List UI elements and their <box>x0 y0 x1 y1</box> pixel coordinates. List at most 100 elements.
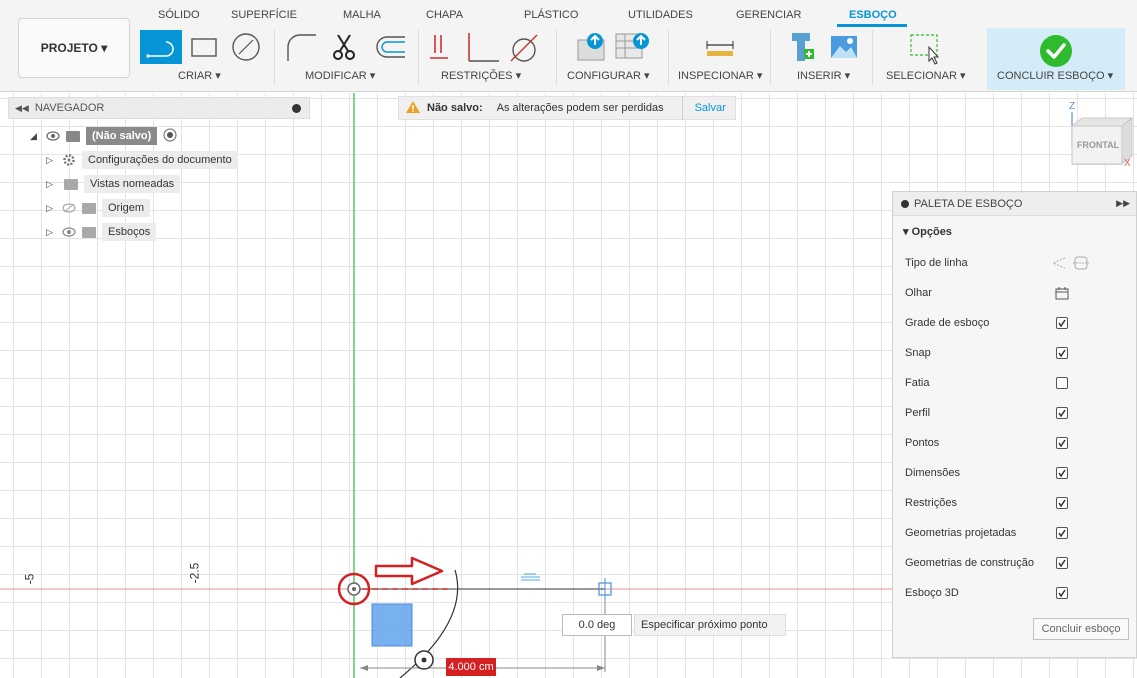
group-concluir[interactable]: CONCLUIR ESBOÇO ▾ <box>997 69 1113 82</box>
pin-icon[interactable] <box>901 199 909 208</box>
view-cube[interactable]: Z X FRONTAL <box>1060 100 1137 180</box>
eye-icon[interactable] <box>44 131 62 141</box>
circle-icon <box>232 33 260 61</box>
workspace-button[interactable]: PROJETO ▾ <box>18 18 130 78</box>
option-geometrias-projetadas: Geometrias projetadas <box>893 518 1137 548</box>
group-criar[interactable]: CRIAR ▾ <box>178 69 221 82</box>
checkbox-perfil[interactable] <box>1056 407 1068 419</box>
checkbox-snap[interactable] <box>1056 347 1068 359</box>
nav-item-configuracoes[interactable]: ▷ Configurações do documento <box>46 150 238 170</box>
group-inspecionar[interactable]: INSPECIONAR ▾ <box>678 69 762 82</box>
checkbox-restricoes[interactable] <box>1056 497 1068 509</box>
tab-chapa[interactable]: CHAPA <box>426 9 463 21</box>
tangent-constraint-tool[interactable] <box>506 30 542 64</box>
eye-icon[interactable] <box>60 227 78 237</box>
cursor-square <box>371 603 413 647</box>
nav-item-label[interactable]: Esboços <box>102 223 157 241</box>
collapsed-triangle-icon[interactable]: ▷ <box>46 155 60 166</box>
tab-gerenciar[interactable]: GERENCIAR <box>736 9 801 21</box>
measure-tool[interactable] <box>700 30 740 64</box>
table-tool[interactable] <box>612 30 652 64</box>
sketch-palette: PALETA DE ESBOÇO ▶▶ ▾ Opções Tipo de lin… <box>892 191 1137 658</box>
trim-tool[interactable] <box>326 30 362 64</box>
unsaved-banner: Não salvo: As alterações podem ser perdi… <box>398 96 736 120</box>
group-configurar[interactable]: CONFIGURAR ▾ <box>567 69 650 82</box>
checkbox-esboco-3d[interactable] <box>1056 587 1068 599</box>
rectangle-tool[interactable] <box>186 32 222 62</box>
change-parameters-tool[interactable] <box>572 30 610 64</box>
group-selecionar[interactable]: SELECIONAR ▾ <box>886 69 966 82</box>
checkmark-icon <box>1040 35 1072 67</box>
active-tab-indicator <box>837 24 907 27</box>
insert-canvas-tool[interactable] <box>826 30 862 64</box>
look-at-icon[interactable] <box>1055 286 1069 303</box>
dimension-input[interactable]: 4.000 cm <box>446 658 496 676</box>
select-tool[interactable] <box>906 30 946 66</box>
nav-item-origem[interactable]: ▷ Origem <box>46 198 151 218</box>
collapse-icon[interactable]: ◀◀ <box>15 103 29 114</box>
insert-mcmaster-tool[interactable] <box>784 28 820 66</box>
group-inserir[interactable]: INSERIR ▾ <box>797 69 850 82</box>
nav-item-label[interactable]: Vistas nomeadas <box>84 175 181 193</box>
app-window: SÓLIDO SUPERFÍCIE MALHA CHAPA PLÁSTICO U… <box>0 0 1137 678</box>
option-label: Tipo de linha <box>905 257 968 269</box>
navigator-title: NAVEGADOR <box>34 102 105 114</box>
collapsed-triangle-icon[interactable]: ▷ <box>46 203 60 214</box>
checkbox-geometrias-projetadas[interactable] <box>1056 527 1068 539</box>
expand-icon[interactable]: ▶▶ <box>1116 198 1130 209</box>
radio-icon[interactable] <box>163 128 177 145</box>
options-section-header[interactable]: ▾ Opções <box>893 216 1136 246</box>
nav-item-label[interactable]: Configurações do documento <box>82 151 238 169</box>
option-label: Dimensões <box>905 467 961 479</box>
checkbox-pontos[interactable] <box>1056 437 1068 449</box>
group-modificar[interactable]: MODIFICAR ▾ <box>305 69 375 82</box>
option-olhar: Olhar <box>893 278 1137 308</box>
perpendicular-constraint-tool[interactable] <box>462 30 502 64</box>
tab-solido[interactable]: SÓLIDO <box>158 9 200 21</box>
checkbox-geometrias-construcao[interactable] <box>1056 557 1068 569</box>
save-link[interactable]: Salvar <box>695 102 726 114</box>
pin-icon[interactable] <box>292 104 301 113</box>
tab-malha[interactable]: MALHA <box>343 9 381 21</box>
option-esboco-3d: Esboço 3D <box>893 578 1137 608</box>
ribbon-toolbar: SÓLIDO SUPERFÍCIE MALHA CHAPA PLÁSTICO U… <box>0 0 1137 92</box>
checkbox-grade[interactable] <box>1056 317 1068 329</box>
line-icon <box>146 41 174 58</box>
line-tool[interactable] <box>140 30 182 64</box>
nav-root-label[interactable]: (Não salvo) <box>86 127 158 145</box>
tab-utilidades[interactable]: UTILIDADES <box>628 9 693 21</box>
viewcube-face-label[interactable]: FRONTAL <box>1073 140 1123 150</box>
parallel-constraint-tool[interactable] <box>424 30 454 64</box>
perpendicular-icon <box>468 33 499 62</box>
checkbox-dimensoes[interactable] <box>1056 467 1068 479</box>
option-dimensoes: Dimensões <box>893 458 1137 488</box>
fillet-tool[interactable] <box>283 30 319 64</box>
nav-item-label[interactable]: Origem <box>102 199 151 217</box>
checkbox-fatia[interactable] <box>1056 377 1068 389</box>
expanded-triangle-icon[interactable]: ◢ <box>30 131 44 142</box>
tab-superficie[interactable]: SUPERFÍCIE <box>231 9 297 21</box>
construction-line-icon[interactable] <box>1051 256 1067 273</box>
option-geometrias-construcao: Geometrias de construção <box>893 548 1137 578</box>
nav-item-vistas[interactable]: ▷ Vistas nomeadas <box>46 174 181 194</box>
separator <box>872 30 873 85</box>
separator <box>274 30 275 85</box>
folder-icon <box>82 202 96 214</box>
collapsed-triangle-icon[interactable]: ▷ <box>46 179 60 190</box>
eye-hidden-icon[interactable] <box>60 203 78 213</box>
collapsed-triangle-icon[interactable]: ▷ <box>46 227 60 238</box>
angle-input[interactable]: 0.0 deg <box>562 614 632 636</box>
circle-tool[interactable] <box>228 30 264 64</box>
finish-sketch-button[interactable]: Concluir esboço <box>1033 618 1129 640</box>
offset-tool[interactable] <box>368 30 408 64</box>
nav-root[interactable]: ◢ (Não salvo) <box>30 126 177 146</box>
option-label: Geometrias projetadas <box>905 527 1017 539</box>
group-restricoes[interactable]: RESTRIÇÕES ▾ <box>441 69 521 82</box>
image-icon <box>831 36 857 58</box>
tab-esboco[interactable]: ESBOÇO <box>849 9 897 21</box>
finish-sketch-area[interactable]: CONCLUIR ESBOÇO ▾ <box>987 28 1125 90</box>
tab-plastico[interactable]: PLÁSTICO <box>524 9 578 21</box>
centerline-icon[interactable] <box>1073 255 1089 274</box>
nav-item-esbocos[interactable]: ▷ Esboços <box>46 222 157 242</box>
folder-icon <box>82 226 96 238</box>
